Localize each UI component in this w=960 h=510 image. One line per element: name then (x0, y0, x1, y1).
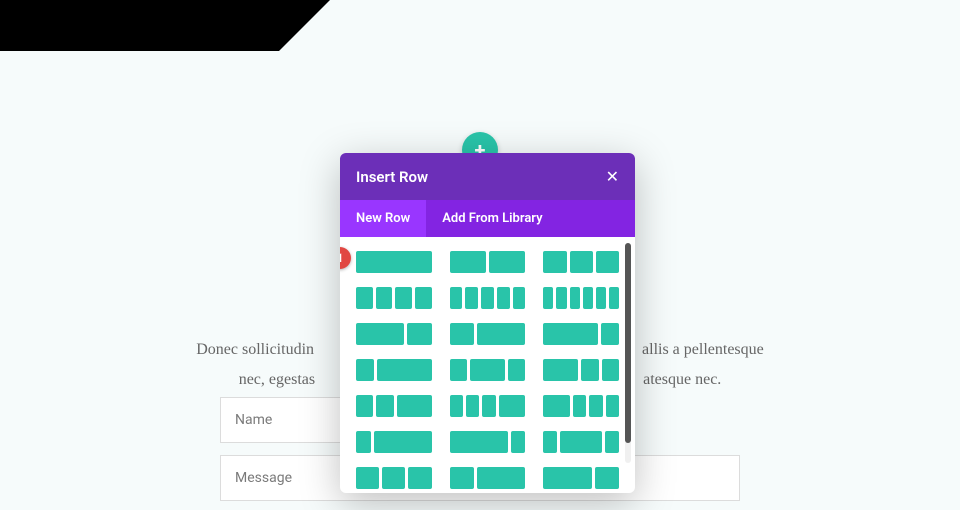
layout-extra-b[interactable] (450, 467, 526, 489)
layout-1-2[interactable] (450, 323, 526, 345)
layout-2-1-1[interactable] (543, 359, 619, 381)
modal-scroll-thumb[interactable] (625, 243, 631, 443)
layout-6col[interactable] (543, 287, 619, 309)
layout-1-3[interactable] (356, 359, 432, 381)
layout-1-2-1[interactable] (450, 359, 526, 381)
message-field-label: Message (235, 470, 292, 486)
layout-2col[interactable] (450, 251, 526, 273)
layout-2-1[interactable] (356, 323, 432, 345)
layout-extra-c[interactable] (543, 467, 619, 489)
tab-new-row[interactable]: New Row (340, 200, 426, 237)
modal-tabs: New Row Add From Library (340, 200, 635, 237)
layout-2-1-1-1[interactable] (543, 395, 619, 417)
layout-4col[interactable] (356, 287, 432, 309)
insert-row-modal: Insert Row ✕ New Row Add From Library 1 (340, 153, 635, 493)
close-icon[interactable]: ✕ (606, 167, 619, 186)
modal-body: 1 (340, 237, 635, 493)
layout-5col[interactable] (450, 287, 526, 309)
layout-3-1[interactable] (543, 323, 619, 345)
layout-3col[interactable] (543, 251, 619, 273)
tab-add-from-library[interactable]: Add From Library (426, 200, 558, 237)
layout-4-1[interactable] (450, 431, 526, 453)
name-field-label: Name (235, 412, 272, 428)
modal-header: Insert Row ✕ (340, 153, 635, 200)
layout-1-4[interactable] (356, 431, 432, 453)
layout-extra-a[interactable] (356, 467, 432, 489)
modal-title: Insert Row (356, 168, 428, 186)
modal-scrollbar[interactable] (625, 243, 631, 463)
layout-1col[interactable] (356, 251, 432, 273)
layout-1-1-2[interactable] (356, 395, 432, 417)
annotation-badge: 1 (340, 247, 351, 269)
layout-1-1-1-2[interactable] (450, 395, 526, 417)
layout-1-3-1[interactable] (543, 431, 619, 453)
header-corner (0, 0, 279, 51)
